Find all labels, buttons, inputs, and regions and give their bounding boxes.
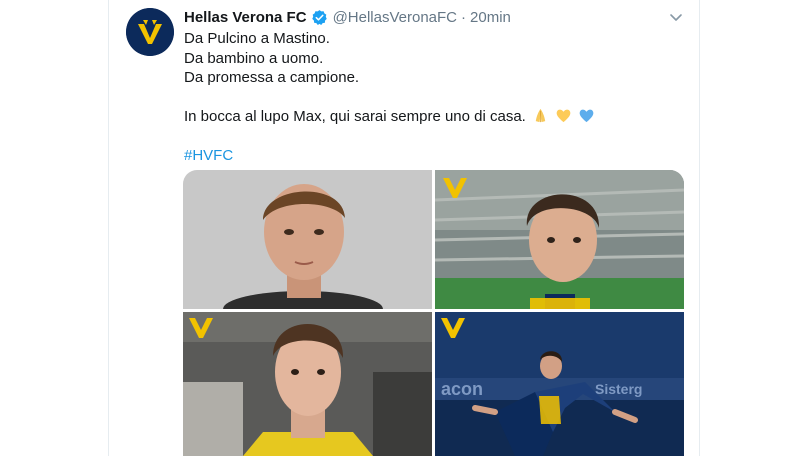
- photo-player-celebration[interactable]: acon Sisterg: [435, 312, 684, 456]
- separator-dot: ·: [461, 8, 467, 26]
- svg-text:Sisterg: Sisterg: [595, 381, 642, 397]
- author-name[interactable]: Hellas Verona FC: [184, 9, 307, 26]
- tweet-line-1: Da Pulcino a Mastino.: [184, 30, 330, 47]
- author-handle[interactable]: @HellasVeronaFC: [333, 9, 457, 26]
- yellow-heart-emoji-icon: [555, 107, 572, 129]
- verified-badge-icon: [311, 9, 327, 25]
- club-logo-icon: [126, 8, 174, 56]
- tweet-timestamp[interactable]: 20min: [470, 9, 511, 26]
- media-grid[interactable]: acon Sisterg: [183, 170, 684, 456]
- hashtag-link[interactable]: #HVFC: [184, 146, 233, 165]
- photo-child-portrait[interactable]: [183, 170, 432, 309]
- avatar[interactable]: [126, 8, 174, 56]
- chevron-down-icon[interactable]: [668, 9, 684, 25]
- blue-heart-emoji-icon: [578, 107, 595, 129]
- tweet-header: Hellas Verona FC @HellasVeronaFC · 20min: [184, 7, 511, 27]
- tweet-line-4-text: In bocca al lupo Max, qui sarai sempre u…: [184, 108, 526, 125]
- photo-teen-portrait[interactable]: [183, 312, 432, 456]
- tweet-line-4: In bocca al lupo Max, qui sarai sempre u…: [184, 107, 595, 129]
- tweet-line-3: Da promessa a campione.: [184, 69, 360, 86]
- folded-hands-emoji-icon: [532, 107, 549, 129]
- svg-text:acon: acon: [441, 379, 483, 399]
- photo-child-stadium[interactable]: [435, 170, 684, 309]
- tweet-line-2: Da bambino a uomo.: [184, 50, 324, 67]
